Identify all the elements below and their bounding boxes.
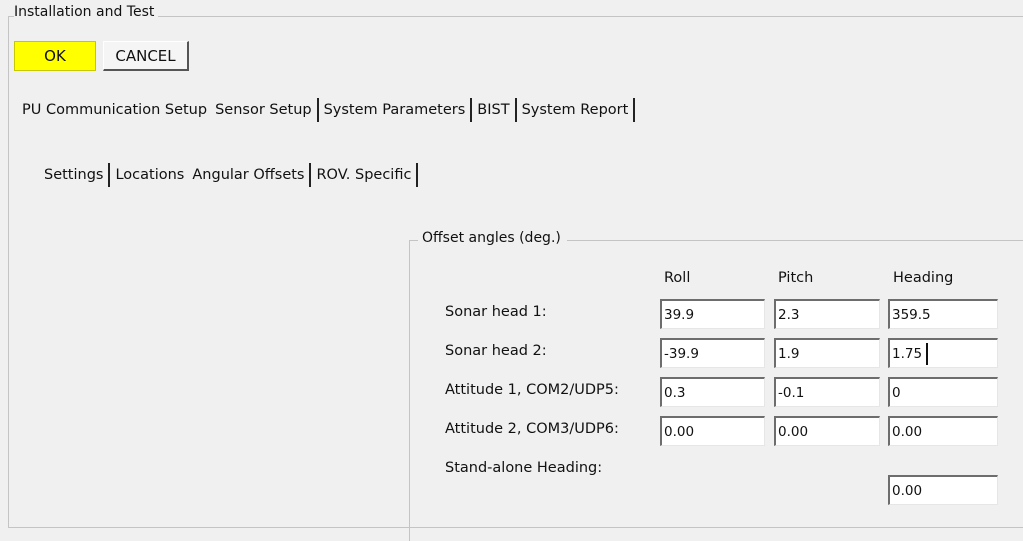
row-label-attitude-2: Attitude 2, COM3/UDP6:	[445, 421, 619, 437]
column-header-pitch: Pitch	[778, 270, 814, 286]
tab-divider	[108, 163, 111, 187]
sonar-head-2-roll-field[interactable]	[660, 338, 765, 368]
sonar-head-2-pitch-field[interactable]	[774, 338, 880, 368]
tab-divider	[309, 163, 312, 187]
tab-pu-communication-setup[interactable]: PU Communication Setup	[18, 101, 211, 119]
attitude-2-heading-field[interactable]	[888, 416, 998, 446]
tab-locations[interactable]: Locations	[111, 166, 188, 184]
tab-settings[interactable]: Settings	[40, 166, 107, 184]
sonar-head-1-heading-field[interactable]	[888, 299, 998, 329]
sonar-head-1-pitch-field[interactable]	[774, 299, 880, 329]
tab-rov-specific[interactable]: ROV. Specific	[312, 166, 415, 184]
sub-tab-bar: Settings Locations Angular Offsets ROV. …	[40, 163, 419, 187]
tab-bist[interactable]: BIST	[473, 101, 513, 119]
row-label-attitude-1: Attitude 1, COM2/UDP5:	[445, 382, 619, 398]
offset-angles-title: Offset angles (deg.)	[418, 230, 567, 246]
group-title: Installation and Test	[14, 4, 159, 20]
main-tab-bar: PU Communication Setup Sensor Setup Syst…	[18, 98, 636, 122]
column-header-roll: Roll	[664, 270, 691, 286]
cancel-button[interactable]: CANCEL	[103, 41, 189, 71]
row-label-sonar-head-2: Sonar head 2:	[445, 343, 547, 359]
sonar-head-2-heading-field[interactable]	[888, 338, 998, 368]
stand-alone-heading-field[interactable]	[888, 475, 998, 505]
tab-sensor-setup[interactable]: Sensor Setup	[211, 101, 316, 119]
row-label-sonar-head-1: Sonar head 1:	[445, 304, 547, 320]
attitude-2-pitch-field[interactable]	[774, 416, 880, 446]
text-cursor	[926, 343, 928, 365]
column-header-heading: Heading	[893, 270, 954, 286]
tab-divider	[416, 163, 419, 187]
attitude-2-roll-field[interactable]	[660, 416, 765, 446]
attitude-1-heading-field[interactable]	[888, 377, 998, 407]
tab-divider	[316, 98, 319, 122]
ok-button[interactable]: OK	[14, 41, 96, 71]
tab-divider	[514, 98, 517, 122]
tab-divider	[633, 98, 636, 122]
sonar-head-1-roll-field[interactable]	[660, 299, 765, 329]
row-label-stand-alone-heading: Stand-alone Heading:	[445, 460, 603, 476]
tab-system-report[interactable]: System Report	[518, 101, 633, 119]
tab-divider	[470, 98, 473, 122]
tab-system-parameters[interactable]: System Parameters	[320, 101, 470, 119]
attitude-1-pitch-field[interactable]	[774, 377, 880, 407]
tab-angular-offsets[interactable]: Angular Offsets	[188, 166, 308, 184]
attitude-1-roll-field[interactable]	[660, 377, 765, 407]
